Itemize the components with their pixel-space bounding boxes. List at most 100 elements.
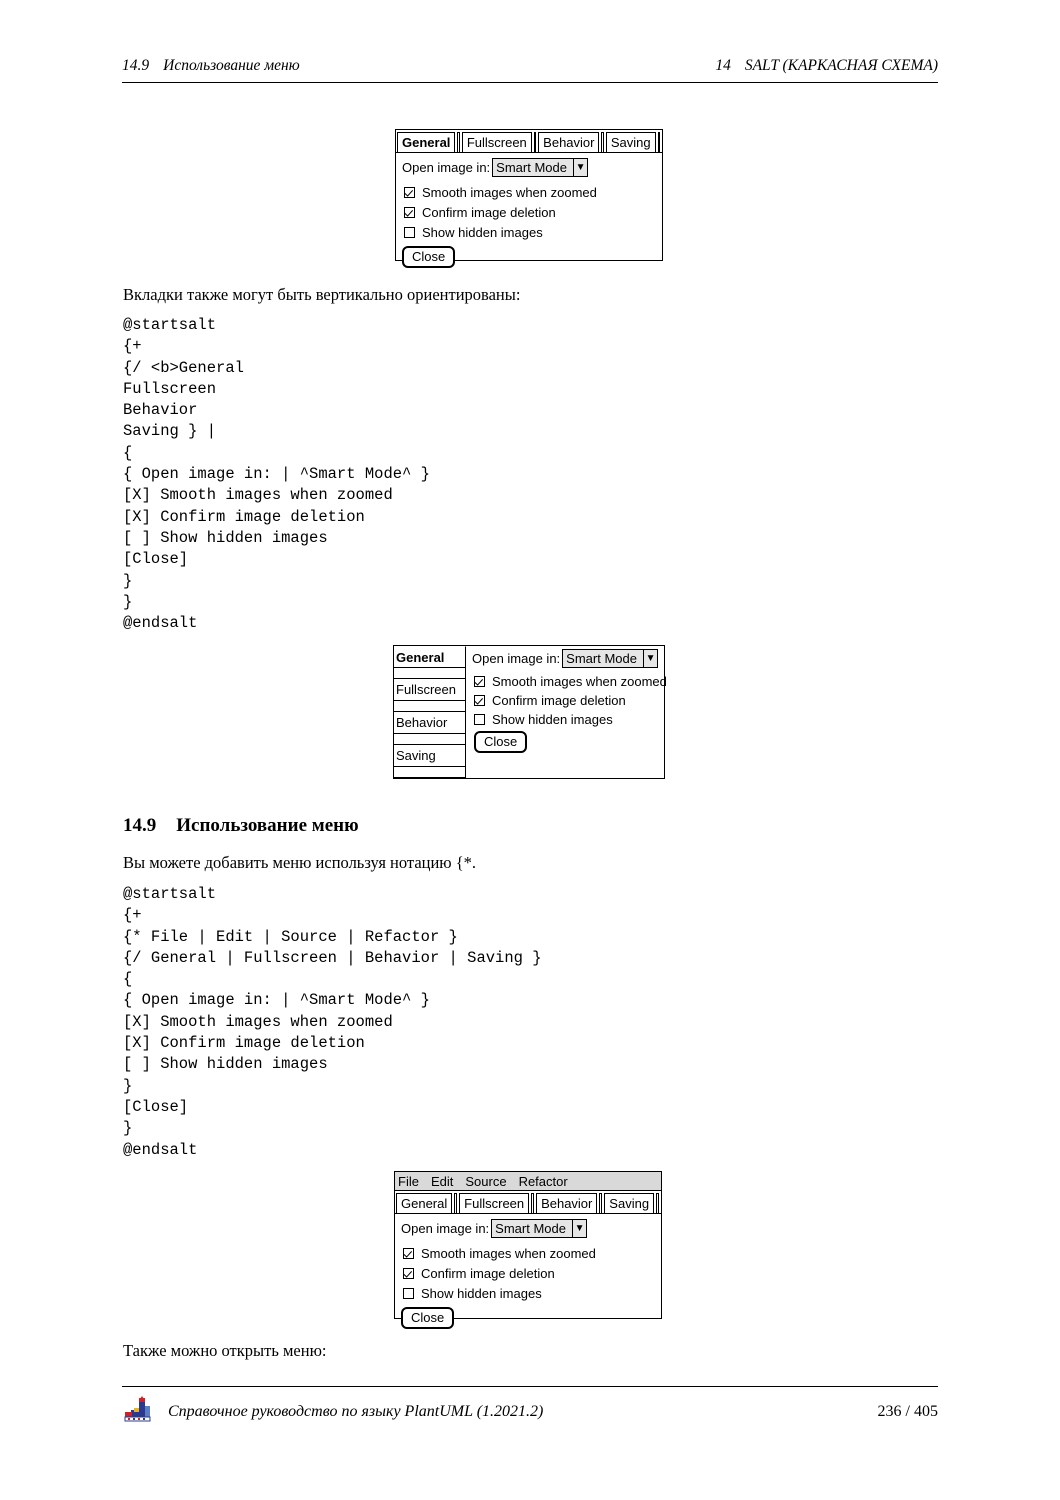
vertical-tab-bar: General Fullscreen Behavior Saving xyxy=(394,646,466,778)
header-divider xyxy=(122,82,938,83)
checkbox-show-hidden[interactable]: Show hidden images xyxy=(404,223,662,241)
document-page: 14.9 Использование меню 14 SALT (КАРКАСНАЯ… xyxy=(0,0,1060,1500)
tab-bar: General Fullscreen Behavior Saving xyxy=(396,131,662,152)
tab-gap xyxy=(454,1193,458,1213)
checkbox-icon xyxy=(474,694,485,706)
checkbox-label: Confirm image deletion xyxy=(492,692,626,708)
open-image-in-row: Open image in: Smart Mode ▼ xyxy=(402,158,662,177)
tab-label: Fullscreen xyxy=(466,135,527,150)
footer-page-number: 236 / 405 xyxy=(877,1403,938,1420)
paragraph-menu-intro: Вы можете добавить меню используя нотаци… xyxy=(123,853,477,872)
checkbox-smooth-images[interactable]: Smooth images when zoomed xyxy=(404,183,662,201)
salt-mockup-horizontal-tabs: General Fullscreen Behavior Saving Open … xyxy=(395,129,663,268)
section-title: Использование меню xyxy=(176,815,359,836)
dropdown-value: Smart Mode xyxy=(566,651,637,666)
checkbox-label: Smooth images when zoomed xyxy=(421,1245,596,1261)
vtab-label: Behavior xyxy=(396,715,448,730)
tab-saving[interactable]: Saving xyxy=(605,132,656,152)
tab-fullscreen[interactable]: Fullscreen xyxy=(459,1193,530,1213)
dropdown-value: Smart Mode xyxy=(496,160,567,175)
tab-gap xyxy=(533,132,537,152)
checkbox-icon xyxy=(404,186,415,198)
checkbox-icon xyxy=(403,1247,414,1259)
footer-divider xyxy=(122,1386,938,1387)
menu-item-refactor[interactable]: Refactor xyxy=(519,1173,568,1190)
running-head-left-title: Использование меню xyxy=(163,57,300,74)
tab-saving[interactable]: Saving xyxy=(604,1193,655,1213)
tab-gap xyxy=(599,1193,603,1213)
running-head-left: 14.9 Использование меню xyxy=(122,57,300,75)
dropdown-value: Smart Mode xyxy=(495,1221,566,1236)
checkbox-confirm-deletion[interactable]: Confirm image deletion xyxy=(403,1264,661,1282)
checkbox-show-hidden[interactable]: Show hidden images xyxy=(474,710,667,728)
chevron-down-icon: ▼ xyxy=(571,1220,586,1237)
salt-mockup-menu-tabs: File Edit Source Refactor General Fullsc… xyxy=(394,1171,662,1329)
tab-general[interactable]: General xyxy=(397,132,456,152)
open-image-in-row: Open image in: Smart Mode ▼ xyxy=(401,1219,661,1238)
vtab-separator xyxy=(394,701,466,712)
section-number: 14.9 xyxy=(123,815,157,836)
tab-label: Behavior xyxy=(543,135,595,150)
vtab-saving[interactable]: Saving xyxy=(394,745,466,767)
tab-bar-divider xyxy=(396,152,662,153)
open-image-in-dropdown[interactable]: Smart Mode ▼ xyxy=(491,1219,588,1238)
menu-item-file[interactable]: File xyxy=(398,1173,419,1190)
close-button[interactable]: Close xyxy=(402,246,456,268)
tab-gap xyxy=(656,1193,659,1213)
tab-general[interactable]: General xyxy=(396,1193,453,1213)
checkbox-icon xyxy=(404,226,415,238)
vtab-general[interactable]: General xyxy=(394,646,466,668)
menu-item-edit[interactable]: Edit xyxy=(431,1173,453,1190)
footer-left: Справочное руководство по языку PlantUML… xyxy=(122,1396,543,1428)
tab-gap xyxy=(657,132,661,152)
tab-behavior[interactable]: Behavior xyxy=(536,1193,598,1213)
tab-behavior[interactable]: Behavior xyxy=(538,132,600,152)
running-head-left-number: 14.9 xyxy=(122,57,150,74)
checkbox-icon xyxy=(403,1287,414,1299)
menu-bar: File Edit Source Refactor xyxy=(395,1172,661,1191)
tab-gap xyxy=(457,132,460,152)
tab-fullscreen[interactable]: Fullscreen xyxy=(461,132,532,152)
page-footer: Справочное руководство по языку PlantUML… xyxy=(122,1396,938,1428)
menu-item-source[interactable]: Source xyxy=(465,1173,506,1190)
checkbox-smooth-images[interactable]: Smooth images when zoomed xyxy=(403,1244,661,1262)
running-head-right-number: 14 xyxy=(715,57,731,74)
running-head-right-title: SALT (КАРКАСНАЯ СХЕМА) xyxy=(744,57,938,74)
running-head-right: 14 SALT (КАРКАСНАЯ СХЕМА) xyxy=(715,57,938,75)
vtab-fullscreen[interactable]: Fullscreen xyxy=(394,679,466,701)
open-image-in-row: Open image in: Smart Mode ▼ xyxy=(472,649,667,668)
tab-label: Fullscreen xyxy=(464,1196,525,1211)
checkbox-show-hidden[interactable]: Show hidden images xyxy=(403,1284,661,1302)
plantuml-logo xyxy=(124,1396,151,1422)
checkbox-label: Show hidden images xyxy=(492,711,613,727)
salt-mockup-vertical-tabs: General Fullscreen Behavior Saving Open … xyxy=(393,645,667,779)
chevron-down-icon: ▼ xyxy=(642,650,657,667)
close-button[interactable]: Close xyxy=(401,1307,455,1329)
close-button[interactable]: Close xyxy=(474,731,528,753)
tab-gap xyxy=(531,1193,535,1213)
open-image-in-dropdown[interactable]: Smart Mode ▼ xyxy=(562,649,659,668)
checkbox-icon xyxy=(403,1267,414,1279)
tab-label: General xyxy=(402,135,451,150)
tab-bar-divider xyxy=(395,1213,661,1214)
vertical-tab-content: Open image in: Smart Mode ▼ Smooth image… xyxy=(466,646,667,778)
checkbox-label: Confirm image deletion xyxy=(421,1265,555,1281)
open-image-in-label: Open image in: xyxy=(402,160,491,175)
chevron-down-icon: ▼ xyxy=(572,159,587,176)
footer-text: Справочное руководство по языку PlantUML… xyxy=(168,1403,544,1420)
tab-label: Behavior xyxy=(541,1196,593,1211)
checkbox-smooth-images[interactable]: Smooth images when zoomed xyxy=(474,672,667,690)
code-block-menu: @startsalt {+ {* File | Edit | Source | … xyxy=(123,885,542,1159)
vtab-behavior[interactable]: Behavior xyxy=(394,712,466,734)
checkbox-confirm-deletion[interactable]: Confirm image deletion xyxy=(404,203,662,221)
checkbox-icon xyxy=(474,675,485,687)
code-block-vertical-tabs: @startsalt {+ {/ <b>General Fullscreen B… xyxy=(123,316,430,633)
checkbox-label: Smooth images when zoomed xyxy=(492,673,667,689)
vtab-label: Fullscreen xyxy=(396,682,456,697)
checkbox-confirm-deletion[interactable]: Confirm image deletion xyxy=(474,691,667,709)
paragraph-open-menu: Также можно открыть меню: xyxy=(123,1341,327,1360)
tab-label: General xyxy=(401,1196,448,1211)
checkbox-label: Smooth images when zoomed xyxy=(422,184,597,200)
open-image-in-dropdown[interactable]: Smart Mode ▼ xyxy=(492,158,589,177)
open-image-in-label: Open image in: xyxy=(472,651,561,666)
